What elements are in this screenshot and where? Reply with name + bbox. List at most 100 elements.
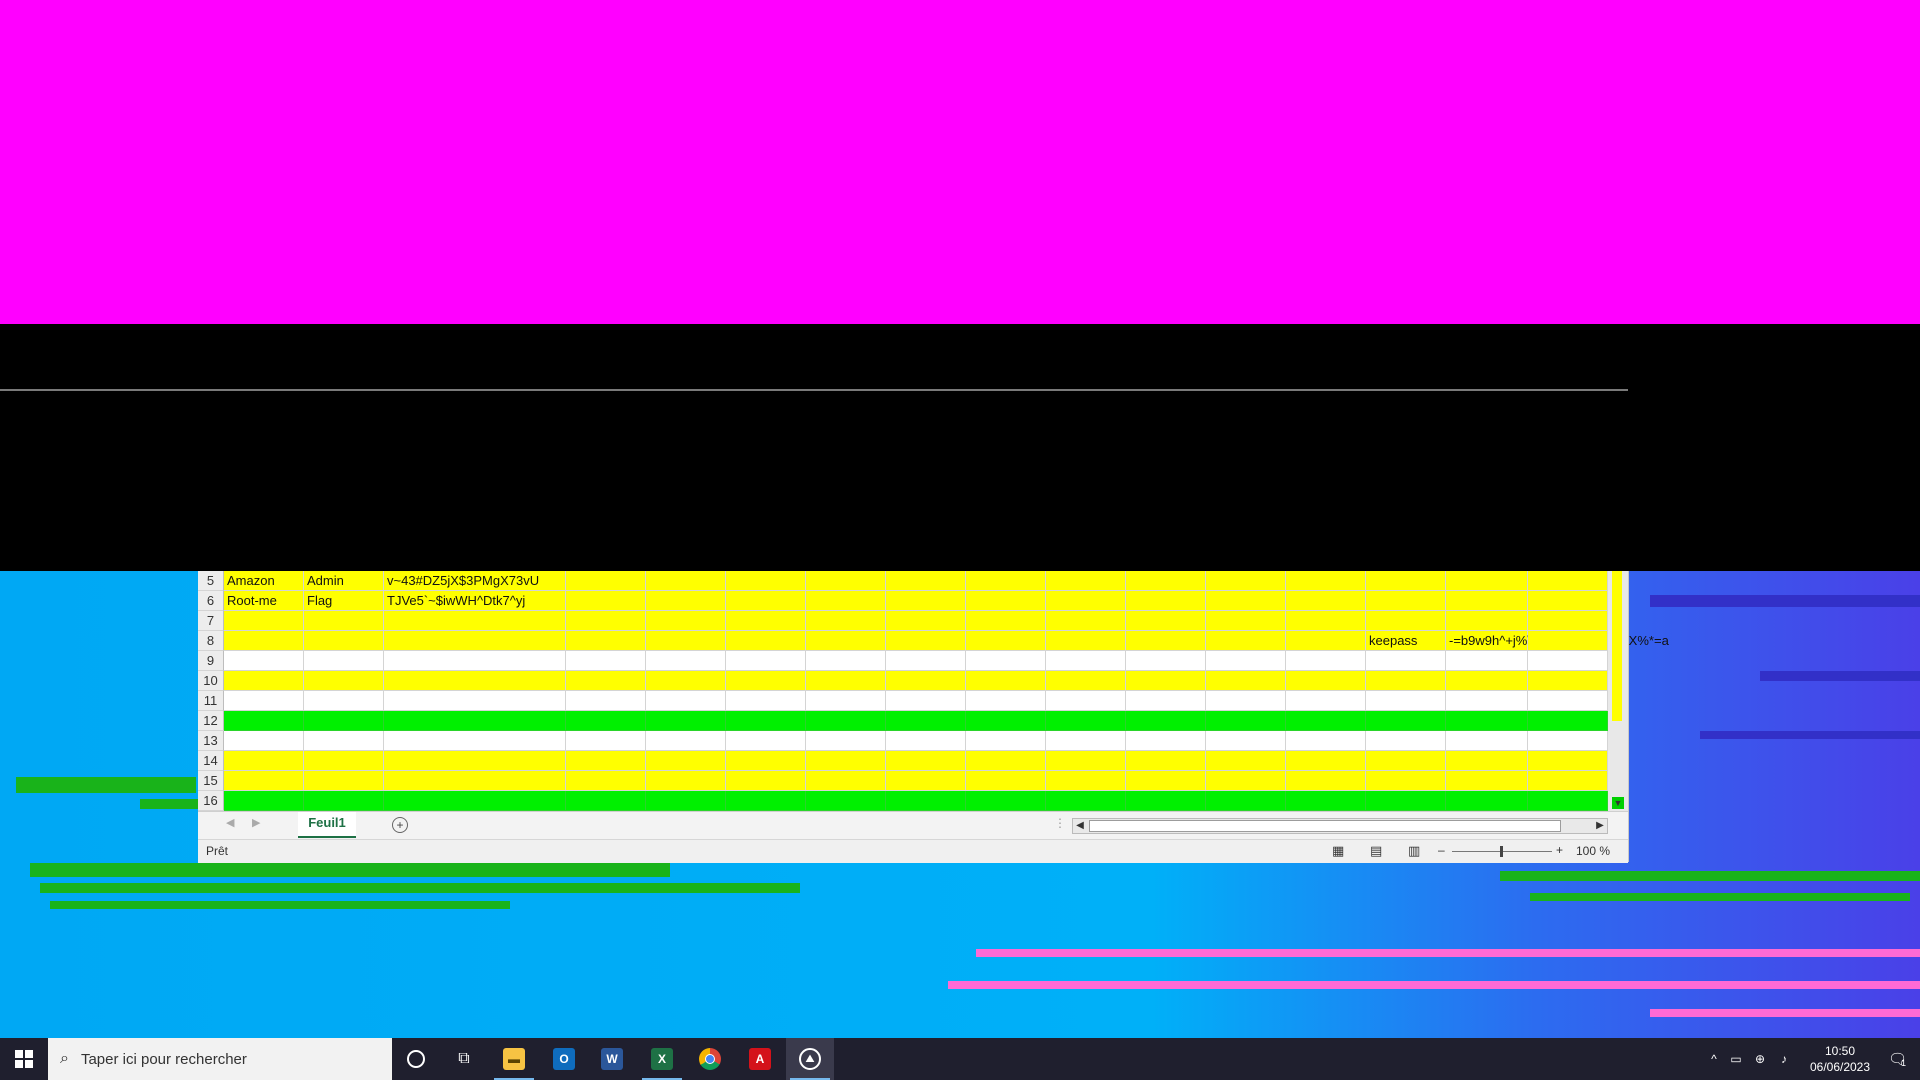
table-cell[interactable] [304,771,384,791]
table-cell[interactable] [806,691,886,711]
table-cell[interactable] [1046,631,1126,651]
zoom-out-button[interactable]: – [1438,843,1445,857]
table-cell[interactable] [1366,591,1446,611]
table-cell[interactable] [886,651,966,671]
table-cell[interactable] [1206,731,1286,751]
table-cell[interactable] [646,691,726,711]
add-sheet-button[interactable]: + [392,817,408,833]
table-cell[interactable] [566,571,646,591]
row-header[interactable]: 7 [198,611,224,631]
table-cell[interactable] [886,711,966,731]
table-cell[interactable] [886,671,966,691]
zoom-level[interactable]: 100 % [1576,844,1610,858]
row-header[interactable]: 9 [198,651,224,671]
table-cell[interactable] [1126,691,1206,711]
table-cell[interactable] [304,791,384,811]
table-cell[interactable] [1528,691,1608,711]
table-cell[interactable] [224,711,304,731]
taskbar-photos[interactable]: ⛰ [786,1038,834,1080]
table-cell[interactable] [566,691,646,711]
table-cell[interactable] [1286,711,1366,731]
page-break-view-icon[interactable]: ▥ [1408,843,1420,859]
table-cell[interactable] [1206,691,1286,711]
table-cell[interactable] [1206,631,1286,651]
table-cell[interactable] [1366,611,1446,631]
taskbar-file-explorer[interactable]: ▬ [490,1038,538,1080]
row-header[interactable]: 15 [198,771,224,791]
table-cell[interactable] [566,791,646,811]
table-cell[interactable] [1286,651,1366,671]
horizontal-scrollbar[interactable]: ◀ ▶ [1072,818,1608,834]
table-cell[interactable] [726,611,806,631]
table-cell[interactable] [886,791,966,811]
table-cell[interactable] [1046,711,1126,731]
table-cell[interactable] [224,691,304,711]
table-cell[interactable] [1046,771,1126,791]
table-cell[interactable] [886,771,966,791]
table-cell[interactable] [886,631,966,651]
table-cell[interactable] [1446,711,1528,731]
table-cell[interactable] [1528,591,1608,611]
table-cell[interactable] [726,711,806,731]
table-cell[interactable] [1366,651,1446,671]
table-cell[interactable] [1528,651,1608,671]
table-cell[interactable] [1446,611,1528,631]
zoom-slider[interactable] [1452,846,1552,857]
table-cell[interactable] [966,591,1046,611]
table-cell[interactable] [566,671,646,691]
table-cell[interactable] [1286,611,1366,631]
table-cell[interactable] [1286,751,1366,771]
table-cell[interactable] [1046,571,1126,591]
table-cell[interactable] [304,651,384,671]
table-cell[interactable] [1046,671,1126,691]
sheet-nav-left-icon[interactable]: ◀ [226,816,234,829]
zoom-slider-thumb[interactable] [1500,846,1503,857]
table-cell[interactable] [1366,731,1446,751]
sheet-nav-right-icon[interactable]: ▶ [252,816,260,829]
table-cell[interactable] [1126,751,1206,771]
table-cell[interactable] [566,611,646,631]
table-cell[interactable] [1126,771,1206,791]
table-cell[interactable]: keepass [1366,631,1446,651]
table-cell[interactable] [646,651,726,671]
table-cell[interactable] [966,771,1046,791]
table-cell[interactable] [1046,751,1126,771]
task-view-button[interactable]: ⧉ [442,1038,486,1080]
taskbar-acrobat[interactable]: A [736,1038,784,1080]
table-cell[interactable] [566,591,646,611]
table-cell[interactable] [566,631,646,651]
table-cell[interactable] [1446,671,1528,691]
table-cell[interactable] [806,571,886,591]
table-cell[interactable] [646,591,726,611]
table-cell[interactable] [1126,671,1206,691]
scroll-down-arrow-icon[interactable]: ▼ [1612,797,1624,809]
row-header[interactable]: 12 [198,711,224,731]
table-cell[interactable] [1046,591,1126,611]
table-cell[interactable] [1286,691,1366,711]
table-cell[interactable] [646,611,726,631]
scroll-right-arrow-icon[interactable]: ▶ [1593,819,1607,833]
table-cell[interactable] [1528,771,1608,791]
table-cell[interactable] [304,691,384,711]
taskbar-chrome[interactable] [686,1038,734,1080]
table-cell[interactable] [384,771,566,791]
table-cell[interactable] [1528,731,1608,751]
table-cell[interactable] [966,671,1046,691]
table-cell[interactable] [1528,631,1608,651]
notification-center-button[interactable]: 🗨 1 [1878,1038,1916,1080]
table-cell[interactable] [726,571,806,591]
table-cell[interactable]: Amazon [224,571,304,591]
row-header[interactable]: 11 [198,691,224,711]
table-cell[interactable] [1446,771,1528,791]
table-cell[interactable] [1528,711,1608,731]
table-cell[interactable] [646,571,726,591]
table-cell[interactable] [384,611,566,631]
table-cell[interactable] [304,731,384,751]
zoom-in-button[interactable]: + [1556,843,1563,857]
taskbar-excel[interactable]: X [638,1038,686,1080]
table-cell[interactable] [566,731,646,751]
table-cell[interactable] [886,691,966,711]
table-cell[interactable] [646,751,726,771]
table-cell[interactable] [1366,771,1446,791]
table-cell[interactable]: v~43#DZ5jX$3PMgX73vU [384,571,566,591]
